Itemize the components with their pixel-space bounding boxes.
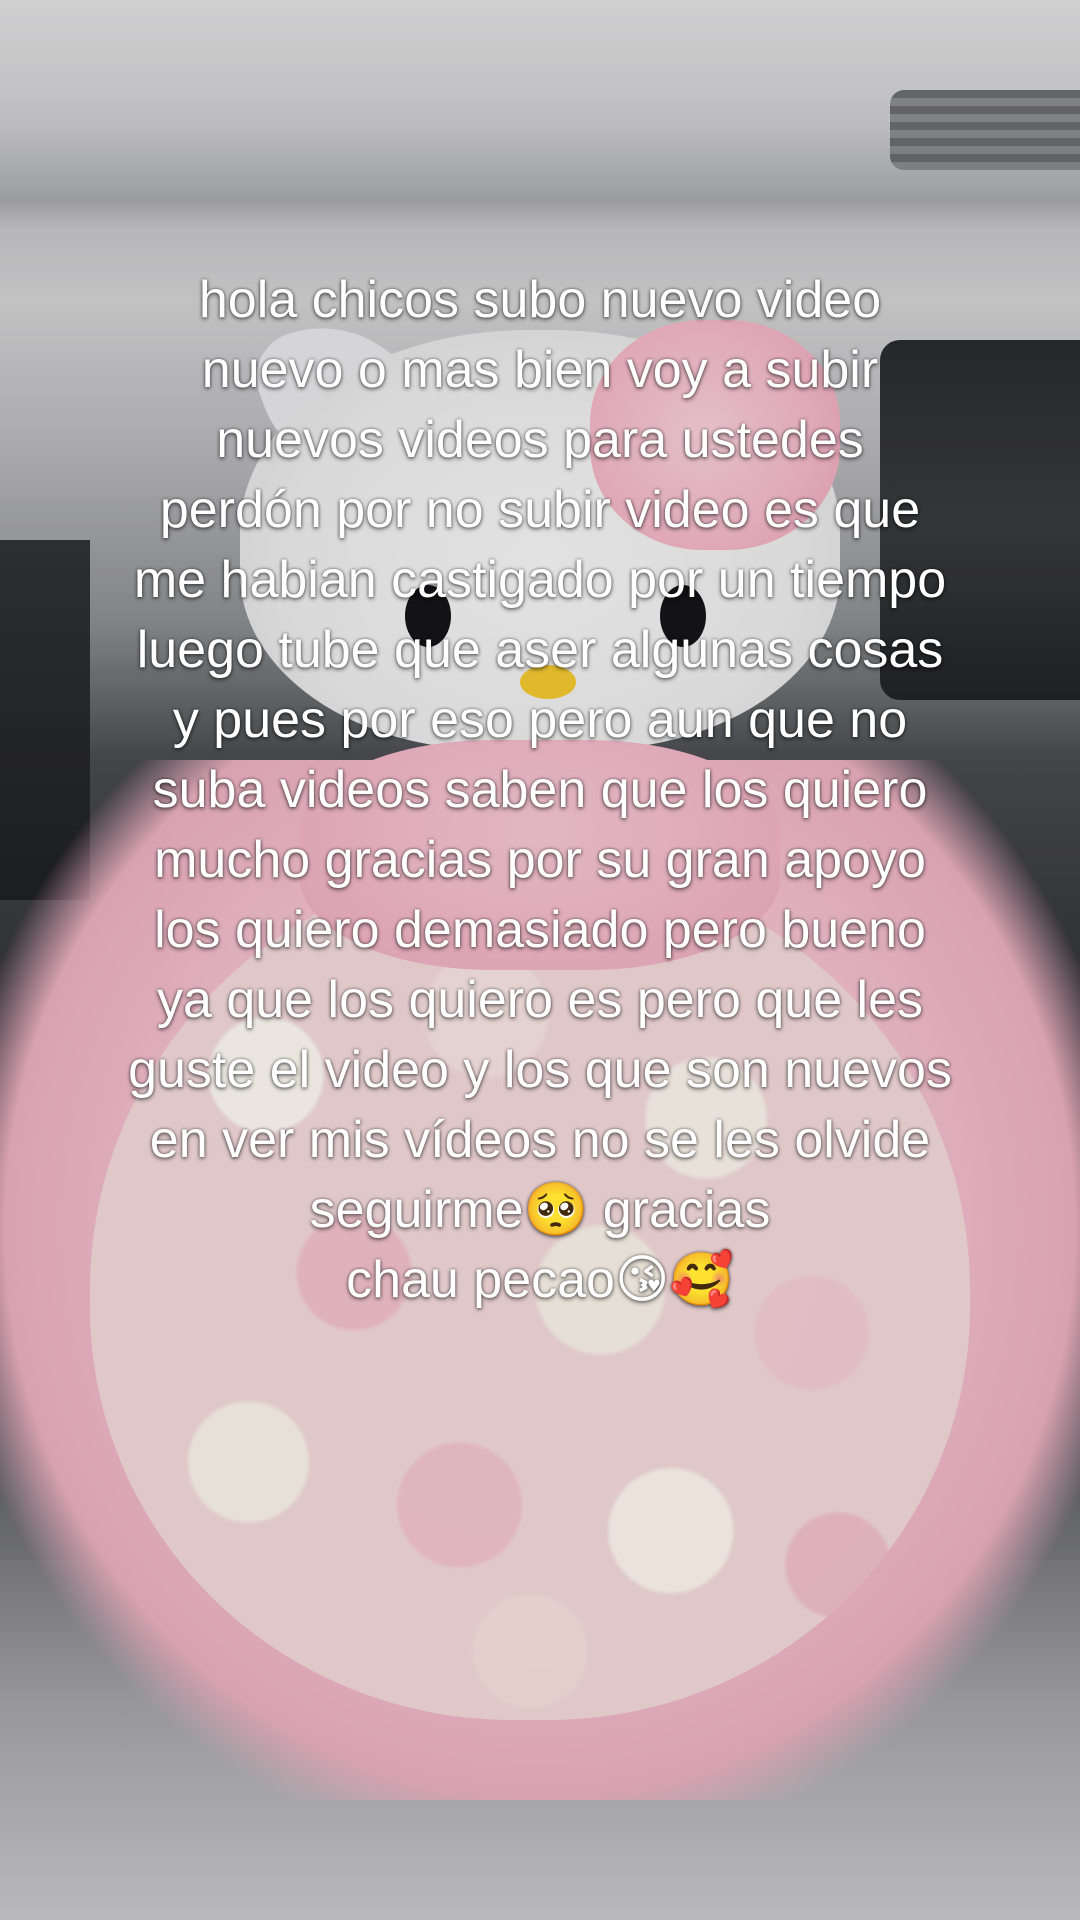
caption-line: guste el video y los que son nuevos	[128, 1041, 952, 1099]
caption-line: y pues por eso pero aun que no	[172, 691, 908, 749]
caption-line: en ver mis vídeos no se les olvide	[149, 1111, 931, 1169]
caption-line: seguirme🥺 gracias	[309, 1181, 771, 1239]
caption-line: me habian castigado por un tiempo	[133, 551, 947, 609]
caption-line: perdón por no subir video es que	[159, 481, 921, 539]
caption-line: nuevo o mas bien voy a subir	[201, 341, 879, 399]
caption-line: luego tube que aser algunas cosas	[136, 621, 944, 679]
caption-line: hola chicos subo nuevo video	[198, 271, 882, 329]
caption-line: los quiero demasiado pero bueno	[154, 901, 926, 959]
caption-line: suba videos saben que los quiero	[152, 761, 928, 819]
caption-line: nuevos videos para ustedes	[216, 411, 864, 469]
video-frame: hola chicos subo nuevo video nuevo o mas…	[0, 0, 1080, 1920]
caption-line: mucho gracias por su gran apoyo	[154, 831, 926, 889]
caption-line: chau pecao😘🥰	[346, 1251, 734, 1309]
caption-line: ya que los quiero es pero que les	[156, 971, 924, 1029]
caption-text: hola chicos subo nuevo video nuevo o mas…	[40, 265, 1040, 1315]
